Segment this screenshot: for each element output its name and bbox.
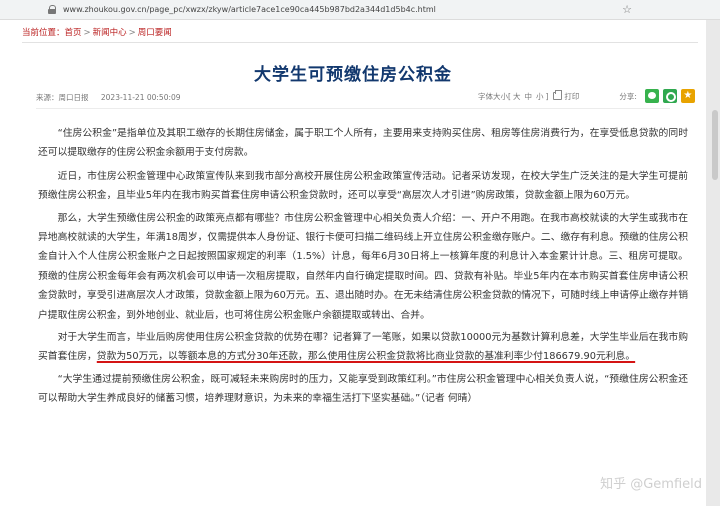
favorite-star-icon[interactable]: ★	[680, 89, 695, 103]
scrollbar-track[interactable]	[706, 20, 720, 506]
share-label: 分享:	[619, 91, 637, 101]
browser-address-bar[interactable]: www.zhoukou.gov.cn/page_pc/xwzx/zkyw/art…	[0, 0, 720, 20]
article-meta: 来源：周口日报 2023-11-21 00:50:09	[36, 92, 191, 103]
font-size-small[interactable]: 小	[536, 91, 544, 102]
url-text[interactable]: www.zhoukou.gov.cn/page_pc/xwzx/zkyw/art…	[63, 5, 436, 14]
breadcrumb-local-news[interactable]: 周口要闻	[138, 28, 172, 38]
watermark: 知乎 @Gemfield	[600, 477, 702, 492]
print-icon[interactable]	[553, 90, 563, 100]
paragraph: “大学生通过提前预缴住房公积金，既可减轻未来购房时的压力，又能享受到政策红利。”…	[38, 373, 688, 405]
lock-icon	[48, 5, 57, 14]
paragraph: 近日，市住房公积金管理中心政策宣传队来到我市部分高校开展住房公积金政策宣传活动。…	[38, 170, 688, 202]
divider	[36, 108, 670, 109]
scrollbar-thumb[interactable]	[712, 110, 718, 180]
bookmark-star-icon[interactable]: ☆	[622, 3, 632, 17]
moments-icon[interactable]	[662, 89, 677, 103]
wechat-icon[interactable]	[644, 89, 659, 103]
paragraph: 那么，大学生预缴住房公积金的政策亮点都有哪些？市住房公积金管理中心相关负责人介绍…	[38, 212, 688, 321]
font-size-medium[interactable]: 中	[524, 91, 532, 102]
paragraph: 对于大学生而言，毕业后购房使用住房公积金贷款的优势在哪？记者算了一笔账，如果以贷…	[38, 328, 688, 367]
breadcrumb-news-center[interactable]: 新闻中心	[93, 28, 127, 38]
article-title: 大学生可预缴住房公积金	[254, 65, 452, 85]
breadcrumb-label: 当前位置：	[22, 28, 65, 38]
font-size-end: ]	[545, 91, 549, 101]
breadcrumb-home[interactable]: 首页	[65, 28, 82, 38]
breadcrumb-separator: >	[83, 28, 91, 38]
breadcrumb: 当前位置：首页 > 新闻中心 > 周口要闻	[22, 26, 172, 38]
breadcrumb-separator: >	[128, 28, 136, 38]
article-body: “住房公积金”是指单位及其职工缴存的长期住房储金，属于职工个人所有，主要用来支持…	[38, 124, 688, 412]
article-source: 来源：周口日报	[36, 93, 89, 102]
highlighted-text: 贷款为50万元，以等额本息的方式分30年还款，那么使用住房公积金贷款将比商业贷款…	[96, 351, 636, 363]
paragraph: “住房公积金”是指单位及其职工缴存的长期住房储金，属于职工个人所有，主要用来支持…	[38, 128, 688, 159]
divider	[22, 42, 698, 43]
article-time: 2023-11-21 00:50:09	[100, 93, 181, 102]
font-size-label: 字体大小[	[478, 91, 511, 101]
article-tools: 字体大小[ 大 中 小 ] 打印 分享: ★	[478, 89, 695, 103]
print-button[interactable]: 打印	[564, 91, 579, 102]
font-size-large[interactable]: 大	[513, 91, 521, 102]
